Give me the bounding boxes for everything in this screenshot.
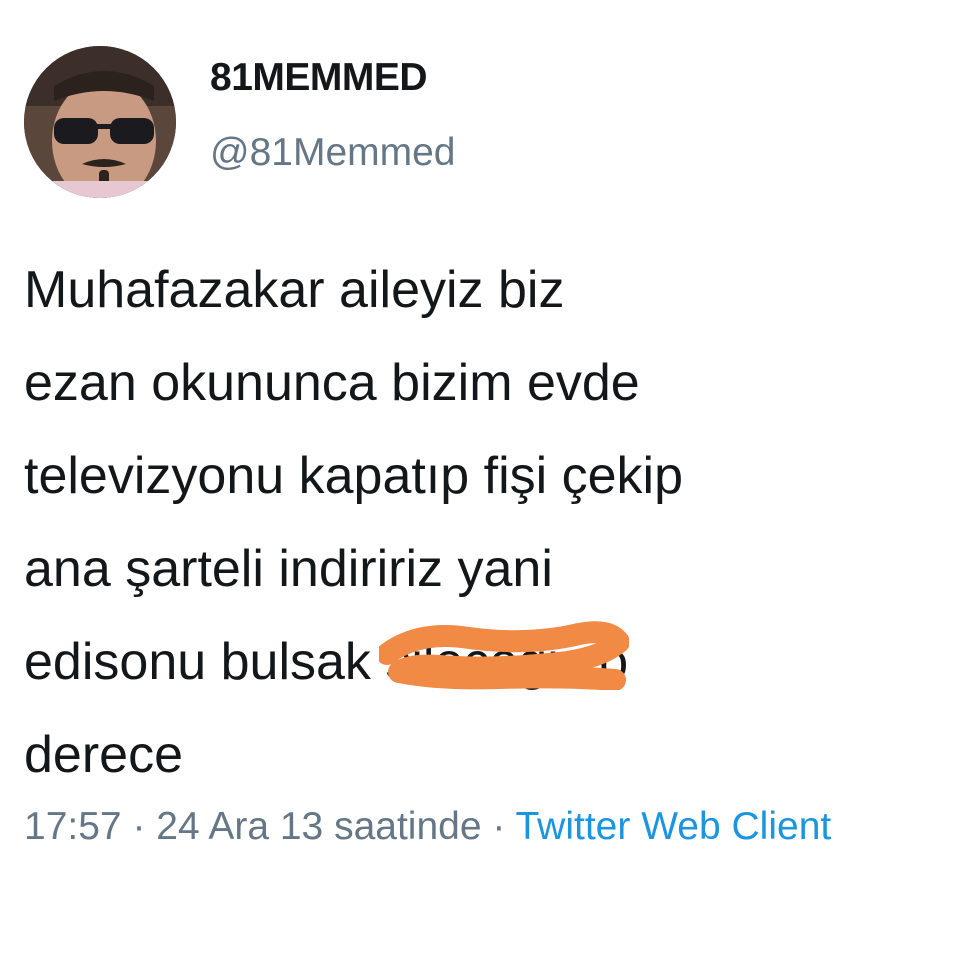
redacted-text: sileceğiz (385, 633, 585, 691)
tweet-meta: 17:57 · 24 Ara 13 saatinde · Twitter Web… (24, 796, 944, 858)
tweet-text: Muhafazakar aileyiz biz ezan okununca bi… (24, 244, 944, 802)
tweet-line: ana şarteli indiririz yani (24, 540, 553, 598)
avatar[interactable] (24, 46, 176, 198)
tweet-line: derece (24, 726, 183, 784)
tweet-line: Muhafazakar aileyiz biz (24, 261, 565, 319)
tweet-line-end: o (584, 633, 629, 691)
tweet-source-link[interactable]: Twitter Web Client (516, 805, 832, 848)
tweet-card: 81MEMMED @81Memmed Muhafazakar aileyiz b… (0, 0, 968, 968)
tweet-line-start: edisonu bulsak (24, 633, 386, 691)
display-name[interactable]: 81MEMMED (210, 56, 428, 100)
avatar-image (24, 46, 176, 198)
meta-separator: · (481, 805, 516, 848)
meta-separator: · (121, 805, 157, 848)
user-handle[interactable]: @81Memmed (210, 131, 456, 175)
redacted-word: sileceğiz (379, 616, 630, 709)
tweet-date[interactable]: 24 Ara 13 saatinde (156, 805, 481, 848)
tweet-time[interactable]: 17:57 (24, 805, 122, 848)
tweet-line: edisonu bulsak sileceğiz o (24, 616, 944, 709)
tweet-line: ezan okununca bizim evde (24, 354, 640, 412)
tweet-line: televizyonu kapatıp fişi çekip (24, 447, 684, 505)
